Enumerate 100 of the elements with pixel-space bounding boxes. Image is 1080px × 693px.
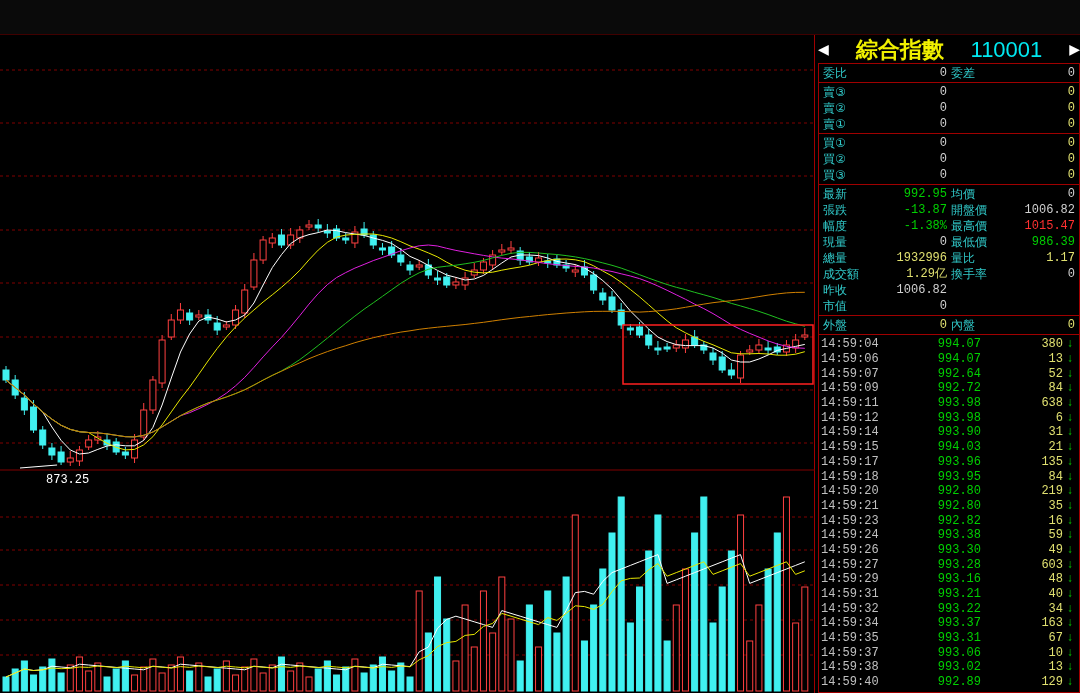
tick-volume: 52 <box>1047 367 1063 380</box>
field-label: 均價 <box>951 188 976 200</box>
field-label: 最高價 <box>951 220 988 232</box>
tick-volume: 67 <box>1047 632 1063 645</box>
tick-volume: 163 <box>1040 617 1063 630</box>
tick-time: 14:59:38 <box>821 661 880 674</box>
field-value: 0 <box>1066 169 1075 181</box>
tick-price: 993.98 <box>936 397 981 410</box>
tick-time: 14:59:26 <box>821 543 880 556</box>
index-name: 綜合指數 <box>855 35 944 64</box>
down-arrow: ↓ <box>1065 573 1075 586</box>
tick-time: 14:59:11 <box>821 397 880 410</box>
tick-volume: 380 <box>1040 338 1063 351</box>
down-arrow: ↓ <box>1065 661 1075 674</box>
tick-volume: 84 <box>1047 382 1063 395</box>
tick-time: 14:59:12 <box>821 411 880 424</box>
tick-price: 993.21 <box>936 588 981 601</box>
tick-price: 993.90 <box>936 426 981 439</box>
field-label: 買① <box>823 137 847 149</box>
tick-time: 14:59:32 <box>821 602 880 615</box>
tick-price: 993.95 <box>936 470 981 483</box>
down-arrow: ↓ <box>1065 411 1075 424</box>
field-value: 0 <box>1066 319 1075 331</box>
down-arrow: ↓ <box>1065 338 1075 351</box>
field-value: 0 <box>1066 137 1075 149</box>
field-value: 0 <box>938 118 947 130</box>
tick-time: 14:59:09 <box>821 382 880 395</box>
tick-price: 993.96 <box>936 455 981 468</box>
field-value: 0 <box>938 67 947 79</box>
tick-time: 14:59:29 <box>821 573 880 586</box>
down-arrow: ↓ <box>1065 529 1075 542</box>
down-arrow: ↓ <box>1065 543 1075 556</box>
field-value: 1006.82 <box>1023 204 1075 216</box>
tick-volume: 31 <box>1047 426 1063 439</box>
tick-time: 14:59:27 <box>821 558 880 571</box>
tick-volume: 13 <box>1047 661 1063 674</box>
tick-volume: 6 <box>1054 411 1063 424</box>
tick-volume: 59 <box>1047 529 1063 542</box>
down-arrow: ↓ <box>1065 617 1075 630</box>
down-arrow: ↓ <box>1065 441 1075 454</box>
tick-time: 14:59:34 <box>821 617 880 630</box>
field-value: 1006.82 <box>895 284 947 296</box>
field-label: 委差 <box>951 67 976 79</box>
field-value: -1.38% <box>902 220 947 232</box>
field-label: 買② <box>823 153 847 165</box>
tick-time: 14:59:40 <box>821 676 880 689</box>
tick-time: 14:59:31 <box>821 588 880 601</box>
down-arrow: ↓ <box>1065 602 1075 615</box>
down-arrow: ↓ <box>1065 470 1075 483</box>
field-label: 最新 <box>823 188 848 200</box>
tick-time: 14:59:04 <box>821 338 880 351</box>
down-arrow: ↓ <box>1065 558 1075 571</box>
tick-volume: 35 <box>1047 499 1063 512</box>
tick-time: 14:59:06 <box>821 353 880 366</box>
tick-volume: 135 <box>1040 455 1063 468</box>
down-arrow: ↓ <box>1065 499 1075 512</box>
tick-volume: 603 <box>1040 558 1063 571</box>
field-value: 0 <box>938 319 947 331</box>
down-arrow: ↓ <box>1065 485 1075 498</box>
tick-volume: 638 <box>1040 397 1063 410</box>
tick-time: 14:59:20 <box>821 485 880 498</box>
next-arrow[interactable]: ▶ <box>1069 38 1080 60</box>
down-arrow: ↓ <box>1065 397 1075 410</box>
tick-time: 14:59:37 <box>821 646 880 659</box>
field-value: 1015.47 <box>1023 220 1075 232</box>
tick-time: 14:59:15 <box>821 441 880 454</box>
field-value: 0 <box>938 300 947 312</box>
field-value: 0 <box>938 236 947 248</box>
field-value: 1.17 <box>1045 252 1075 264</box>
field-value: 992.95 <box>902 188 947 200</box>
field-label: 外盤 <box>823 319 848 331</box>
tick-price: 992.80 <box>936 499 981 512</box>
field-value: 0 <box>938 102 947 114</box>
down-arrow: ↓ <box>1065 676 1075 689</box>
tick-volume: 48 <box>1047 573 1063 586</box>
down-arrow: ↓ <box>1065 588 1075 601</box>
down-arrow: ↓ <box>1065 632 1075 645</box>
field-value: 0 <box>1066 188 1075 200</box>
field-value: 0 <box>938 153 947 165</box>
tick-price: 993.38 <box>936 529 981 542</box>
field-label: 量比 <box>951 252 976 264</box>
tick-price: 993.31 <box>936 632 981 645</box>
low-price-label: 873.25 <box>46 473 90 487</box>
field-value: 0 <box>938 169 947 181</box>
field-label: 昨收 <box>823 284 848 296</box>
tick-price: 992.72 <box>936 382 981 395</box>
field-value: 0 <box>938 86 947 98</box>
field-label: 開盤價 <box>951 204 988 216</box>
field-label: 賣① <box>823 118 847 130</box>
tick-time: 14:59:17 <box>821 455 880 468</box>
leader-line <box>19 464 58 469</box>
field-value: 0 <box>1066 153 1075 165</box>
tick-time: 14:59:24 <box>821 529 880 542</box>
tick-volume: 16 <box>1047 514 1063 527</box>
tick-volume: 84 <box>1047 470 1063 483</box>
tick-time: 14:59:35 <box>821 632 880 645</box>
tick-price: 993.16 <box>936 573 981 586</box>
field-label: 賣③ <box>823 86 847 98</box>
previous-arrow[interactable]: ◀ <box>818 38 829 60</box>
down-arrow: ↓ <box>1065 353 1075 366</box>
